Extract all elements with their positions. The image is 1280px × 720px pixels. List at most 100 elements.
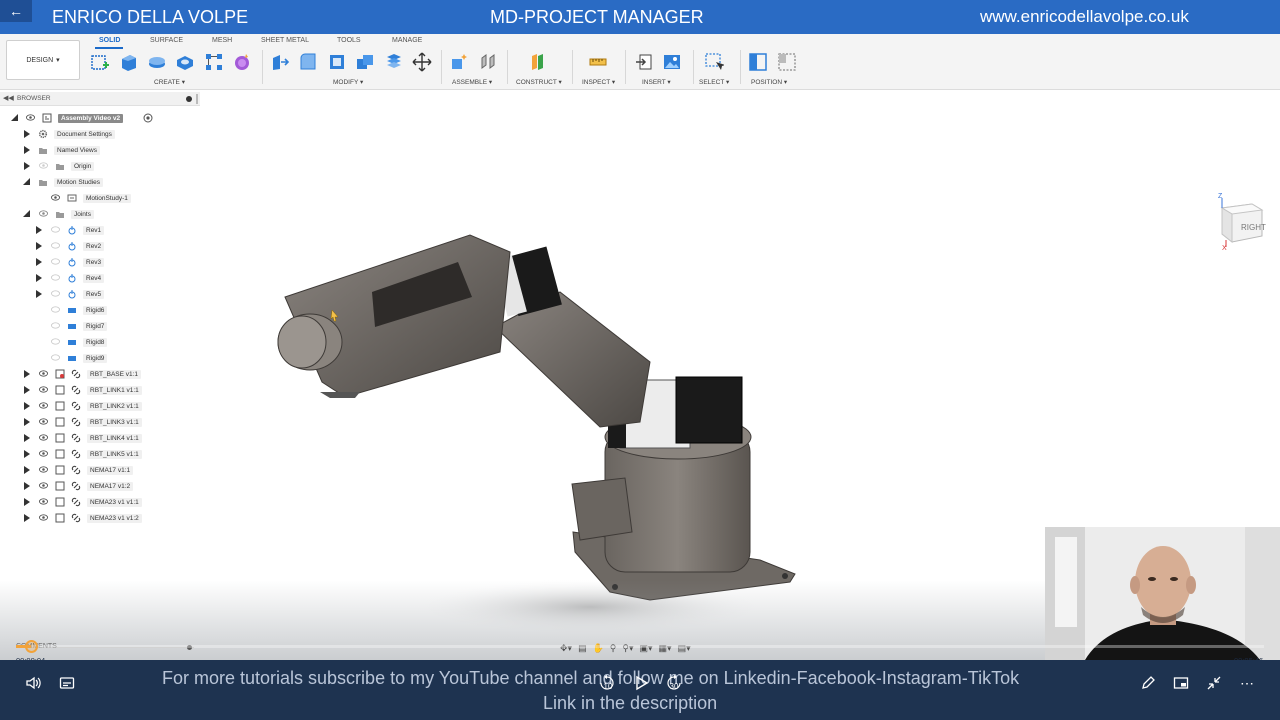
inspect-group-label[interactable]: INSPECT ▾ [582,78,615,86]
hidden-eye-icon[interactable] [51,226,60,233]
form-icon[interactable] [232,52,252,72]
tree-item[interactable]: RBT_LINK1 v1:1 [0,383,200,397]
expand-triangle-icon[interactable] [24,450,30,458]
expand-triangle-icon[interactable] [24,402,30,410]
expand-triangle-icon[interactable] [11,114,18,121]
subtitles-icon[interactable] [58,675,76,691]
press-pull-icon[interactable] [270,52,290,72]
tree-item[interactable]: Rev3 [0,255,200,269]
expand-triangle-icon[interactable] [24,146,30,154]
visibility-eye-icon[interactable] [39,514,48,521]
collapse-icon[interactable]: ◀◀ [3,94,14,102]
tree-item[interactable]: NEMA23 v1 v1:2 [0,511,200,525]
tree-item[interactable]: Rigid7 [0,319,200,333]
visibility-eye-icon[interactable] [51,194,60,201]
hidden-eye-icon[interactable] [39,162,48,169]
expand-triangle-icon[interactable] [24,130,30,138]
visibility-eye-icon[interactable] [39,450,48,457]
revolve-icon[interactable] [147,52,167,72]
visibility-eye-icon[interactable] [39,210,48,217]
exit-fullscreen-icon[interactable] [1205,675,1223,691]
visibility-eye-icon[interactable] [39,466,48,473]
volume-icon[interactable] [24,675,42,691]
expand-triangle-icon[interactable] [36,290,42,298]
expand-triangle-icon[interactable] [24,434,30,442]
fillet-icon[interactable] [298,52,318,72]
tree-root[interactable]: Assembly Video v2 [0,111,200,125]
visibility-eye-icon[interactable] [39,402,48,409]
tab-sheet-metal[interactable]: SHEET METAL [261,37,309,44]
modify-group-label[interactable]: MODIFY ▾ [333,78,363,86]
select-group-label[interactable]: SELECT ▾ [699,78,729,86]
revert-position-icon[interactable] [777,52,797,72]
expand-triangle-icon[interactable] [23,210,30,217]
tree-item[interactable]: Motion Studies [0,175,200,189]
hole-icon[interactable] [175,52,195,72]
tab-solid[interactable]: SOLID [99,37,120,44]
hidden-eye-icon[interactable] [51,242,60,249]
visibility-eye-icon[interactable] [39,370,48,377]
tree-item[interactable]: RBT_BASE v1:1 [0,367,200,381]
expand-triangle-icon[interactable] [36,242,42,250]
expand-triangle-icon[interactable] [24,162,30,170]
insert-canvas-icon[interactable] [662,52,682,72]
hidden-eye-icon[interactable] [51,338,60,345]
hidden-eye-icon[interactable] [51,322,60,329]
expand-triangle-icon[interactable] [36,226,42,234]
move-icon[interactable] [412,52,432,72]
hidden-eye-icon[interactable] [51,354,60,361]
combine-icon[interactable] [355,52,375,72]
tree-item[interactable]: RBT_LINK2 v1:1 [0,399,200,413]
tree-item[interactable]: NEMA17 v1:1 [0,463,200,477]
tree-item[interactable]: NEMA17 v1:2 [0,479,200,493]
hidden-eye-icon[interactable] [51,274,60,281]
tree-item[interactable]: Named Views [0,143,200,157]
position-group-label[interactable]: POSITION ▾ [751,78,787,86]
tree-item[interactable]: RBT_LINK5 v1:1 [0,447,200,461]
hidden-eye-icon[interactable] [51,258,60,265]
shell-icon[interactable] [327,52,347,72]
create-sketch-icon[interactable] [90,52,110,72]
more-options-icon[interactable]: ⋯ [1238,675,1256,691]
expand-triangle-icon[interactable] [24,386,30,394]
expand-triangle-icon[interactable] [24,514,30,522]
expand-triangle-icon[interactable] [24,418,30,426]
hidden-eye-icon[interactable] [51,290,60,297]
new-component-icon[interactable] [449,52,469,72]
tree-item[interactable]: Document Settings [0,127,200,141]
visibility-eye-icon[interactable] [39,418,48,425]
visibility-eye-icon[interactable] [39,498,48,505]
workspace-switcher[interactable]: DESIGN ▾ [6,40,80,80]
visibility-eye-icon[interactable] [39,434,48,441]
expand-triangle-icon[interactable] [24,466,30,474]
panel-grip-icon[interactable] [196,94,198,104]
tree-item[interactable]: Joints [0,207,200,221]
visibility-eye-icon[interactable] [39,482,48,489]
tree-item[interactable]: RBT_LINK3 v1:1 [0,415,200,429]
measure-icon[interactable] [588,52,608,72]
view-cube[interactable]: RIGHT Z X [1212,192,1272,252]
insert-group-label[interactable]: INSERT ▾ [642,78,671,86]
split-body-icon[interactable] [384,52,404,72]
expand-triangle-icon[interactable] [23,178,30,185]
back-arrow-icon[interactable]: ← [0,0,32,22]
tree-item[interactable]: Rigid9 [0,351,200,365]
hidden-eye-icon[interactable] [51,306,60,313]
joint-icon[interactable] [478,52,498,72]
tab-mesh[interactable]: MESH [212,37,232,44]
expand-triangle-icon[interactable] [24,498,30,506]
tree-item[interactable]: Rigid6 [0,303,200,317]
offset-plane-icon[interactable] [528,52,548,72]
capture-position-icon[interactable] [748,52,768,72]
visibility-eye-icon[interactable] [39,386,48,393]
visibility-eye-icon[interactable] [26,114,35,121]
tree-item[interactable]: RBT_LINK4 v1:1 [0,431,200,445]
tree-item[interactable]: Rev1 [0,223,200,237]
tree-item[interactable]: Rigid8 [0,335,200,349]
pattern-icon[interactable] [204,52,224,72]
tree-item[interactable]: MotionStudy-1 [0,191,200,205]
progress-scrubber[interactable] [25,640,38,653]
insert-derive-icon[interactable] [634,52,654,72]
select-icon[interactable] [704,52,725,72]
tab-manage[interactable]: MANAGE [392,37,422,44]
